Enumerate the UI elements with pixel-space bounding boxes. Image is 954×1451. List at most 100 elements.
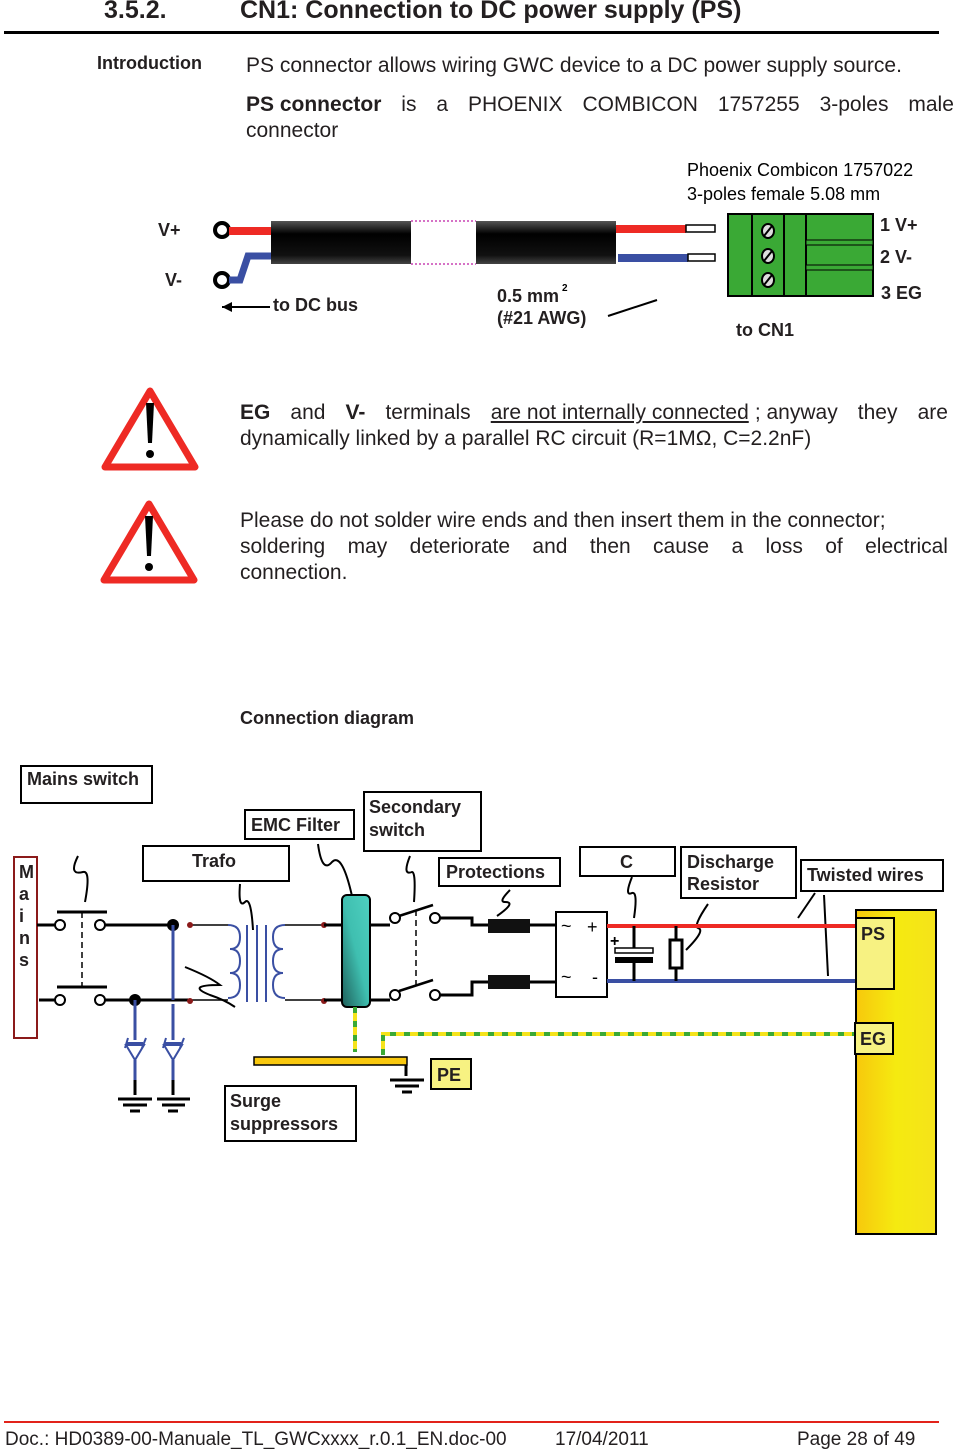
word: then	[589, 535, 631, 558]
cable-figure: Phoenix Combicon 1757022 3-poles female …	[158, 160, 922, 340]
eg-wire-stripe	[381, 1032, 855, 1055]
section-number: 3.5.2.	[104, 0, 167, 24]
word: COMBICON	[582, 93, 698, 116]
word: 1757255	[717, 93, 800, 116]
pointer-line	[607, 299, 658, 317]
transformer-symbol	[187, 922, 327, 1004]
fuse-icon	[488, 975, 530, 989]
connector-desc-2: 3-poles female 5.08 mm	[687, 184, 880, 204]
word: male	[908, 93, 954, 116]
word: terminals	[385, 401, 471, 424]
pin-3-label: 3 EG	[881, 283, 922, 303]
to-cn1-label: to CN1	[736, 320, 794, 340]
warning-2-line-3: connection.	[240, 561, 348, 584]
v-plus-label: V+	[158, 220, 181, 240]
word: of	[825, 535, 843, 558]
cable-sheath-right	[476, 221, 616, 264]
footer-date: 17/04/2011	[555, 1429, 649, 1450]
label-discharge: Discharge	[687, 852, 774, 872]
word: a	[731, 535, 744, 558]
footer-page: Page 28 of 49	[797, 1429, 916, 1450]
cap-plus: +	[610, 933, 619, 950]
warning-triangle-icon	[100, 500, 198, 584]
label-boxes	[20, 765, 944, 1142]
wire-size-sup: 2	[562, 283, 568, 294]
word: and	[290, 401, 326, 424]
red-wire-end	[616, 225, 686, 233]
word: cause	[653, 535, 710, 558]
label-pe: PE	[437, 1065, 461, 1085]
stripped-end	[687, 253, 716, 262]
warning-triangle-icon	[101, 387, 199, 471]
blue-wire-end	[618, 254, 688, 262]
footer-doc: Doc.: HD0389-00-Manuale_TL_GWCxxxx_r.0.1…	[5, 1429, 507, 1450]
word: are	[917, 401, 948, 424]
word: ; anyway	[754, 401, 838, 424]
word: 3-poles	[819, 93, 889, 116]
connector-desc-1: Phoenix Combicon 1757022	[687, 160, 913, 180]
warning-2-line-2: soldering may deteriorate and then cause…	[240, 534, 948, 560]
ring-terminal-vplus	[213, 221, 231, 239]
warning-1-line-2: dynamically linked by a parallel RC circ…	[240, 427, 812, 450]
to-dc-bus-label: to DC bus	[273, 295, 358, 315]
bridge-ac-1: ~	[561, 916, 572, 936]
warning-1-text: EG and V- terminals are not internally c…	[240, 400, 948, 452]
word: is	[401, 93, 417, 116]
ps-connector-bold: PS connector	[246, 93, 382, 116]
awg-label: (#21 AWG)	[497, 308, 586, 328]
section-title: CN1: Connection to DC power supply (PS)	[240, 0, 742, 24]
label-resistor: Resistor	[687, 874, 759, 894]
eg-wire	[381, 1032, 855, 1055]
ring-terminal-vminus	[213, 271, 231, 289]
cable-sheath-left	[271, 221, 411, 264]
capacitor-symbol	[614, 926, 684, 981]
word: soldering	[240, 535, 326, 558]
connection-diagram: Mains switch EMC Filter Secondary switch…	[13, 765, 944, 1235]
label-trafo: Trafo	[192, 851, 236, 871]
intro-paragraph-2: PS connector is a PHOENIX COMBICON 17572…	[246, 92, 954, 144]
underlined-text: are not internally connected	[490, 401, 749, 424]
label-ps: PS	[861, 924, 885, 944]
bridge-minus: -	[592, 967, 598, 987]
bridge-ac-2: ~	[561, 967, 572, 987]
emc-filter-symbol	[341, 894, 371, 1008]
phoenix-connector	[727, 213, 874, 297]
word: PHOENIX	[468, 93, 563, 116]
surge-suppressor-symbol	[124, 925, 185, 1080]
pin-2-label: 2 V-	[880, 247, 912, 267]
label-c: C	[620, 852, 633, 872]
label-twisted-wires: Twisted wires	[807, 865, 924, 885]
label-secondary: Secondary	[369, 797, 461, 817]
eg-bold: EG	[240, 401, 271, 424]
label-protections: Protections	[446, 862, 545, 882]
pe-bar	[253, 1056, 408, 1066]
red-wire	[229, 227, 272, 235]
word: and	[532, 535, 568, 558]
blue-wire	[229, 252, 272, 284]
word: deteriorate	[409, 535, 511, 558]
intro-line-2: connector	[246, 119, 339, 142]
warning-2-text: Please do not solder wire ends and then …	[240, 508, 948, 586]
label-eg: EG	[860, 1029, 886, 1049]
warning-2-line-1: Please do not solder wire ends and then …	[240, 509, 886, 532]
word: loss	[765, 535, 803, 558]
label-mains-switch: Mains switch	[27, 769, 139, 789]
wire-size-label: 0.5 mm	[497, 286, 559, 306]
arrow-head	[222, 302, 232, 312]
mains-switch-symbol	[37, 910, 190, 1006]
word: electrical	[865, 535, 948, 558]
label-surge: Surge	[230, 1091, 281, 1111]
label-switch: switch	[369, 820, 425, 840]
stripped-end	[685, 224, 716, 233]
cable-break	[411, 220, 476, 265]
v-minus-label: V-	[165, 270, 182, 290]
label-suppressors: suppressors	[230, 1114, 338, 1134]
word: they	[857, 401, 898, 424]
connection-diagram-title: Connection diagram	[240, 708, 415, 728]
pin-1-label: 1 V+	[880, 215, 918, 235]
word: may	[347, 535, 388, 558]
v-minus-bold: V-	[345, 401, 366, 424]
fuse-icon	[488, 919, 530, 933]
heading-rule	[4, 31, 939, 34]
footer-rule	[4, 1421, 939, 1423]
